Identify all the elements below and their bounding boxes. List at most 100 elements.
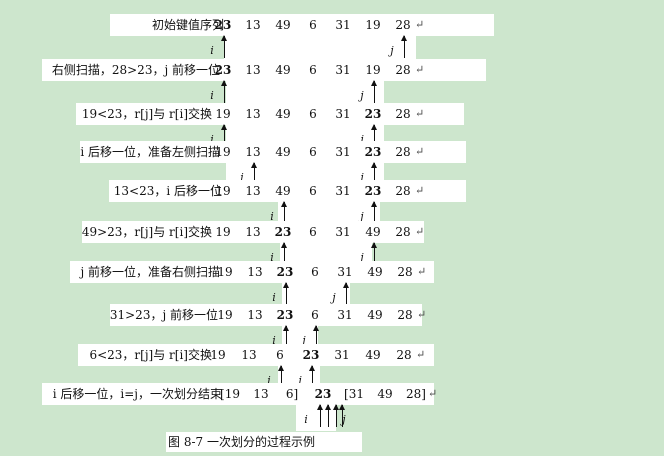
key-value: 31 bbox=[335, 63, 351, 77]
key-value: 19 bbox=[217, 265, 233, 279]
pivot-key: 23 bbox=[364, 145, 382, 159]
key-value: 6 bbox=[309, 107, 317, 121]
pivot-key: 23 bbox=[314, 387, 332, 401]
key-value: 19 bbox=[215, 225, 231, 239]
key-value: 49 bbox=[367, 265, 383, 279]
up-arrow-icon bbox=[371, 80, 377, 103]
key-value: 13 bbox=[241, 348, 257, 362]
key-value: 6] bbox=[285, 387, 299, 401]
key-value: 6 bbox=[309, 145, 317, 159]
key-value: 19 bbox=[210, 348, 226, 362]
key-value: 19 bbox=[365, 18, 381, 32]
paragraph-mark-icon: ↵ bbox=[415, 63, 425, 76]
pointer-name: j bbox=[332, 291, 336, 304]
step-description: 13<23，i 后移一位 bbox=[113, 184, 222, 198]
pointer-name: i bbox=[210, 44, 214, 57]
key-value: 19 bbox=[217, 308, 233, 322]
up-arrow-icon bbox=[221, 80, 227, 103]
step-description: 19<23，r[j]与 r[i]交换 bbox=[81, 107, 212, 121]
step-description: 右侧扫描，28>23，j 前移一位 bbox=[51, 63, 220, 77]
figure-caption: 图 8-7 一次划分的过程示例 bbox=[168, 435, 315, 449]
key-value: 28 bbox=[395, 18, 411, 32]
key-value: 28 bbox=[397, 265, 413, 279]
key-value: 49 bbox=[365, 225, 381, 239]
step-description: i 后移一位，i=j，一次划分结束 bbox=[52, 387, 222, 401]
key-value: 49 bbox=[275, 145, 291, 159]
key-value: 31 bbox=[335, 107, 351, 121]
key-value: 6 bbox=[309, 18, 317, 32]
paragraph-mark-icon: ↵ bbox=[415, 107, 425, 120]
key-value: 6 bbox=[276, 348, 284, 362]
pivot-key: 23 bbox=[276, 265, 294, 279]
key-value: [31 bbox=[344, 387, 364, 401]
key-value: 31 bbox=[335, 225, 351, 239]
key-value: 13 bbox=[245, 18, 261, 32]
pivot-key: 23 bbox=[214, 18, 232, 32]
key-value: 19 bbox=[215, 107, 231, 121]
key-value: 28 bbox=[395, 184, 411, 198]
step-description: 31>23，j 前移一位 bbox=[109, 308, 218, 322]
key-value: 19 bbox=[365, 63, 381, 77]
paragraph-mark-icon: ↵ bbox=[417, 308, 427, 321]
up-arrow-icon bbox=[283, 282, 289, 305]
key-value: 28 bbox=[395, 107, 411, 121]
key-value: 31 bbox=[335, 18, 351, 32]
pivot-key: 23 bbox=[276, 308, 294, 322]
pointer-name: j bbox=[390, 44, 394, 57]
paragraph-mark-icon: ↵ bbox=[415, 184, 425, 197]
key-value: 19 bbox=[215, 145, 231, 159]
up-arrow-icon bbox=[401, 35, 407, 58]
up-arrow-icon bbox=[343, 282, 349, 305]
key-value: 49 bbox=[275, 63, 291, 77]
key-value: 6 bbox=[311, 308, 319, 322]
pivot-key: 23 bbox=[364, 184, 382, 198]
paragraph-mark-icon: ↵ bbox=[415, 225, 425, 238]
pivot-key: 23 bbox=[214, 63, 232, 77]
pivot-key: 23 bbox=[364, 107, 382, 121]
step-description: i 后移一位，准备左侧扫描 bbox=[80, 145, 220, 159]
key-value: 28 bbox=[395, 225, 411, 239]
key-value: 13 bbox=[253, 387, 269, 401]
key-value: 31 bbox=[335, 145, 351, 159]
pointer-name: i bbox=[304, 413, 308, 426]
pointer-name: i bbox=[210, 89, 214, 102]
key-value: 13 bbox=[247, 265, 263, 279]
step-description: 6<23，r[j]与 r[i]交换 bbox=[89, 348, 212, 362]
paragraph-mark-icon: ↵ bbox=[428, 387, 438, 400]
paragraph-mark-icon: ↵ bbox=[415, 145, 425, 158]
key-value: 49 bbox=[275, 184, 291, 198]
key-value: 49 bbox=[377, 387, 393, 401]
key-value: 49 bbox=[365, 348, 381, 362]
key-value: 13 bbox=[245, 63, 261, 77]
key-value: 6 bbox=[309, 184, 317, 198]
key-value: 31 bbox=[335, 184, 351, 198]
paragraph-mark-icon: ↵ bbox=[416, 348, 426, 361]
key-value: 13 bbox=[245, 107, 261, 121]
key-value: 13 bbox=[245, 145, 261, 159]
key-value: 49 bbox=[275, 18, 291, 32]
paragraph-mark-icon: ↵ bbox=[415, 18, 425, 31]
step-description: j 前移一位，准备右侧扫描 bbox=[80, 265, 220, 279]
key-value: 28 bbox=[396, 348, 412, 362]
pivot-key: 23 bbox=[274, 225, 292, 239]
pivot-key: 23 bbox=[302, 348, 320, 362]
pointer-name: i bbox=[272, 291, 276, 304]
key-value: 13 bbox=[247, 308, 263, 322]
key-value: 6 bbox=[311, 265, 319, 279]
key-value: 31 bbox=[337, 265, 353, 279]
pointer-name: j bbox=[360, 89, 364, 102]
key-value: 28 bbox=[395, 63, 411, 77]
key-value: 31 bbox=[337, 308, 353, 322]
key-value: [19 bbox=[220, 387, 240, 401]
key-value: 13 bbox=[245, 225, 261, 239]
up-arrow-icon bbox=[221, 35, 227, 58]
key-value: 28 bbox=[397, 308, 413, 322]
key-value: 49 bbox=[367, 308, 383, 322]
paragraph-mark-icon: ↵ bbox=[417, 265, 427, 278]
pointer-name: j bbox=[342, 413, 346, 426]
key-value: 49 bbox=[275, 107, 291, 121]
key-value: 6 bbox=[309, 63, 317, 77]
key-value: 6 bbox=[309, 225, 317, 239]
key-value: 31 bbox=[334, 348, 350, 362]
key-value: 28 bbox=[395, 145, 411, 159]
